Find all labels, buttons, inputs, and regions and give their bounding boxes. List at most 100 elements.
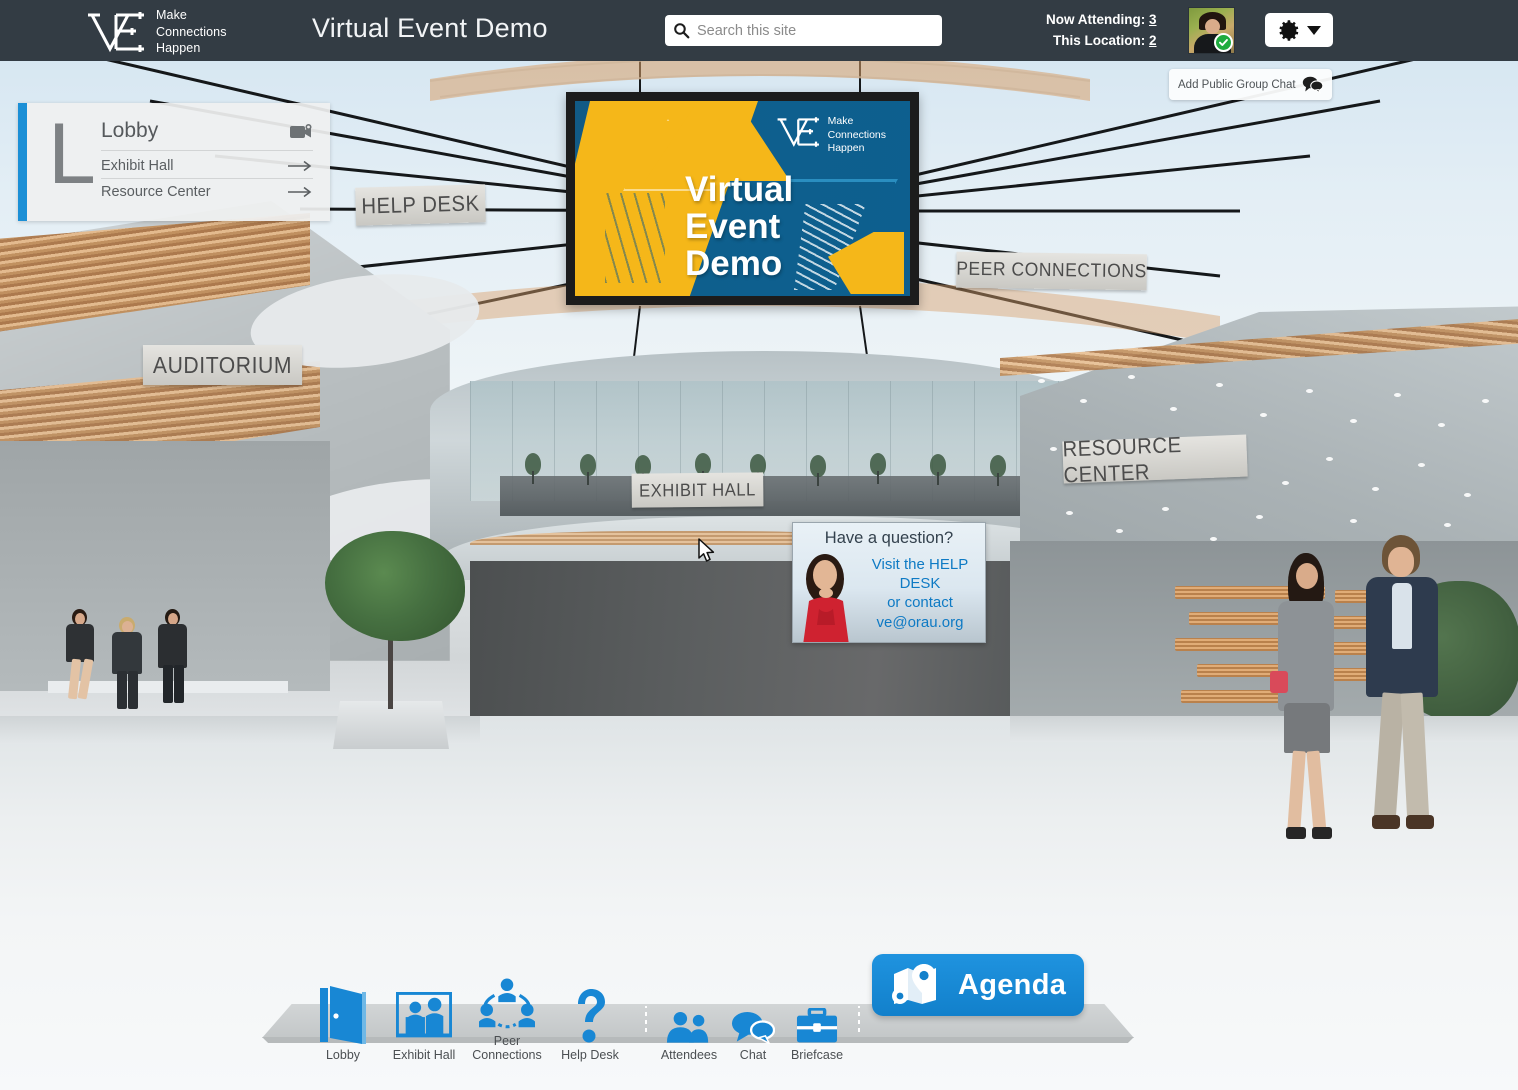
logo-line-2: Connections — [156, 24, 227, 39]
search-box[interactable] — [665, 15, 942, 46]
location-sign-label: EXHIBIT HALL — [639, 478, 756, 501]
billboard-streaks — [605, 193, 665, 283]
promo-line-1: Visit the HELP DESK — [871, 556, 969, 593]
add-public-group-chat-button[interactable]: Add Public Group Chat — [1169, 69, 1332, 100]
ceiling-light — [1372, 487, 1379, 491]
billboard-logo-line-3: Happen — [827, 142, 865, 155]
gear-icon — [1279, 19, 1299, 41]
logo-line-3: Happen — [156, 41, 201, 55]
top-header-bar: Make Connections Happen Virtual Event De… — [0, 0, 1518, 61]
billboard-logo-line-1: Make — [827, 115, 854, 127]
ceiling-light — [1394, 393, 1401, 397]
dock-item-label: Chat — [739, 1048, 767, 1062]
ceiling-light — [1038, 379, 1045, 383]
promo-lines: Visit the HELP DESK or contact ve@orau.o… — [855, 555, 985, 632]
chat-bubbles-icon — [1302, 76, 1323, 94]
billboard-title-line-2: Event — [685, 207, 781, 247]
check-icon — [1219, 39, 1228, 46]
billboard-title-line-3: Demo — [685, 244, 783, 284]
ceiling-light — [1260, 413, 1267, 417]
dock-item-attendees[interactable]: Attendees — [652, 1011, 726, 1062]
settings-menu-button[interactable] — [1265, 13, 1333, 47]
mini-tree — [865, 453, 891, 485]
avatar[interactable] — [1188, 7, 1235, 54]
people-icon — [666, 1011, 712, 1044]
ceiling-light — [1444, 523, 1451, 527]
location-initial: L — [48, 106, 96, 202]
main-billboard[interactable]: Make Connections Happen Virtual Event De… — [566, 92, 919, 305]
attendance-counters: Now Attending: 3 This Location: 2 — [1046, 10, 1157, 52]
dock-item-lobby[interactable]: Lobby — [304, 986, 382, 1062]
dock-item-label: Attendees — [660, 1048, 718, 1062]
nav-link-label: Resource Center — [101, 184, 211, 200]
nav-accent-bar — [18, 103, 27, 221]
location-sign-resource-center[interactable]: RESOURCE CENTER — [1062, 432, 1248, 488]
dock-item-help-desk[interactable]: Help Desk — [558, 988, 622, 1062]
ve-monogram-logo-icon — [88, 11, 144, 52]
online-status-badge — [1214, 33, 1233, 52]
location-sign-label: AUDITORIUM — [152, 351, 293, 378]
door-icon — [318, 986, 368, 1044]
dock-item-exhibit-hall[interactable]: Exhibit Hall — [382, 991, 466, 1062]
billboard-title-line-1: Virtual — [685, 170, 794, 209]
ceiling-light — [1170, 407, 1177, 411]
dock-item-briefcase[interactable]: Briefcase — [782, 1007, 852, 1062]
nav-link-exhibit-hall[interactable]: Exhibit Hall — [101, 153, 313, 179]
dock-item-peer-connections[interactable]: Peer Connections — [465, 978, 549, 1062]
agenda-label: Agenda — [958, 968, 1067, 1001]
presenter-figure — [803, 554, 849, 642]
virtual-event-page: Make Connections Happen Virtual Event De… — [0, 0, 1518, 1090]
logo-line-1: Make — [156, 8, 187, 22]
ceiling-light — [1116, 529, 1123, 533]
ceiling-light — [1050, 447, 1057, 451]
floor-step-right — [1010, 716, 1518, 742]
agenda-button[interactable]: Agenda — [872, 954, 1084, 1016]
location-sign-exhibit-hall[interactable]: EXHIBIT HALL — [631, 472, 764, 508]
ceiling-light — [1162, 507, 1169, 511]
ceiling-light — [1080, 399, 1087, 403]
nav-link-label: Exhibit Hall — [101, 157, 174, 174]
location-nav-panel: L Lobby Exhibit Hall Resource Center — [18, 103, 330, 221]
billboard-logo: Make Connections Happen — [776, 115, 886, 156]
ve-monogram-logo-icon — [777, 117, 819, 147]
location-sign-auditorium[interactable]: AUDITORIUM — [142, 345, 303, 385]
nav-title-row: Lobby — [101, 119, 313, 151]
location-sign-label: RESOURCE CENTER — [1062, 431, 1183, 488]
ceiling-light — [1418, 463, 1425, 467]
search-icon — [674, 23, 690, 39]
add-public-group-chat-label: Add Public Group Chat — [1178, 78, 1296, 91]
promo-heading: Have a question? — [824, 529, 954, 547]
dock-divider-2 — [858, 1006, 860, 1032]
location-sign-help-desk[interactable]: HELP DESK — [355, 184, 486, 226]
mini-tree — [520, 453, 546, 485]
location-sign-peer-connections[interactable]: PEER CONNECTIONS — [956, 251, 1147, 291]
dock-item-label: Lobby — [325, 1048, 361, 1062]
billboard-logo-line-2: Connections — [827, 128, 886, 141]
dock-item-label: Help Desk — [561, 1048, 619, 1062]
mini-tree — [805, 455, 831, 487]
question-mark-icon — [572, 988, 608, 1044]
ceiling-light — [1350, 519, 1357, 523]
camera-icon[interactable] — [289, 121, 313, 141]
brand-logo[interactable]: Make Connections Happen — [86, 7, 227, 57]
page-title: Virtual Event Demo — [312, 13, 548, 43]
ceiling-light — [1128, 375, 1135, 379]
dock-item-label: Briefcase — [790, 1048, 844, 1062]
this-location-value: 2 — [1149, 32, 1157, 48]
brand-logo-words: Make Connections Happen — [156, 7, 227, 57]
now-attending-row: Now Attending: 3 — [1046, 10, 1157, 31]
dock-item-chat[interactable]: Chat — [717, 1011, 789, 1062]
billboard-logo-words: Make Connections Happen — [828, 115, 886, 156]
ceiling-light — [1482, 399, 1489, 403]
dock-divider-1 — [645, 1006, 647, 1032]
dock-item-label: Peer Connections — [472, 1034, 542, 1062]
nav-link-resource-center[interactable]: Resource Center — [101, 179, 313, 205]
bottom-dock: Lobby Exhibit Hall Peer Connections Help De… — [0, 945, 1518, 1090]
chevron-down-icon — [1307, 25, 1321, 35]
exhibit-booth-icon — [396, 991, 452, 1044]
help-desk-promo-screen[interactable]: Have a question? Visit the HELP DESK or … — [792, 522, 986, 643]
briefcase-icon — [796, 1007, 838, 1044]
ceiling-light — [1438, 423, 1445, 427]
location-sign-label: PEER CONNECTIONS — [956, 258, 1147, 283]
search-input[interactable] — [697, 22, 934, 39]
